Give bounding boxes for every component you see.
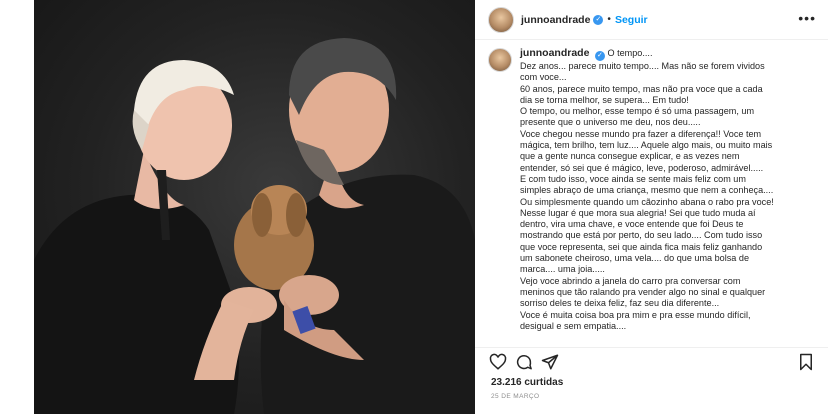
share-icon[interactable]: [541, 353, 559, 371]
caption-line: Vejo voce abrindo a janela do carro pra …: [520, 275, 741, 286]
caption: junnoandrade ✓ O tempo.... Dez anos... p…: [488, 48, 820, 346]
caption-line: Dez anos... parece muito tempo.... Mas n…: [520, 61, 765, 71]
caption-line: O tempo, ou melhor, esse tempo é só uma …: [520, 106, 755, 117]
likes-count[interactable]: 23.216 curtidas: [491, 377, 563, 388]
header-user: junnoandrade ✓ • Seguir: [521, 14, 648, 26]
caption-line: marca.... uma joia.....: [520, 264, 605, 275]
caption-line: Voce chegou nesse mundo pra fazer a dife…: [520, 128, 762, 139]
post-header: junnoandrade ✓ • Seguir •••: [475, 0, 828, 40]
caption-first-line: junnoandrade ✓ O tempo....: [520, 48, 820, 61]
caption-body: junnoandrade ✓ O tempo.... Dez anos... p…: [520, 48, 820, 346]
avatar[interactable]: [488, 6, 514, 33]
caption-line: mostrando que está por perto, do seu lad…: [520, 230, 763, 241]
caption-line: Nesse lugar é que mora sua alegria! Sei …: [520, 207, 756, 218]
verified-badge-icon: ✓: [593, 14, 604, 25]
post-detail-panel: junnoandrade ✓ • Seguir ••• junnoandrade…: [475, 0, 828, 414]
caption-line: com voce...: [520, 72, 567, 83]
action-bar: [475, 347, 828, 375]
caption-line: desigual e sem empatia....: [520, 320, 627, 331]
verified-badge-icon: ✓: [594, 51, 605, 61]
heart-icon[interactable]: [489, 353, 507, 371]
caption-line: que a gente nunca consegue explicar, e a…: [520, 151, 740, 162]
post-date[interactable]: 25 DE MARÇO: [491, 393, 539, 400]
post-photo[interactable]: [34, 0, 475, 414]
avatar[interactable]: [488, 48, 512, 72]
separator-dot: •: [607, 14, 611, 25]
caption-line: um sabonete cheiroso, uma vela.... do qu…: [520, 253, 749, 264]
caption-line: E com tudo isso, voce ainda se sente mai…: [520, 173, 746, 184]
more-options-icon[interactable]: •••: [798, 10, 816, 26]
caption-line: Voce é muita coisa boa pra mim e pra ess…: [520, 309, 751, 320]
caption-line: meninos que tão ralando pra vender algo …: [520, 286, 766, 297]
bookmark-icon[interactable]: [797, 353, 815, 371]
caption-line: que voce representa, sei que ainda fica …: [520, 241, 763, 252]
caption-first-text: O tempo....: [607, 48, 653, 58]
username-link[interactable]: junnoandrade: [521, 14, 590, 26]
caption-line: 60 anos, parece muito tempo, mas não pra…: [520, 83, 763, 94]
caption-line: mágica, tem brilho, tem luz.... Aquele a…: [520, 140, 773, 151]
caption-line: presente que o universo me deu, nos deu.…: [520, 117, 701, 128]
caption-line: Ou simplesmente quando um cãozinho abana…: [520, 196, 774, 207]
caption-line: entender, só sei que é mágico, leve, pod…: [520, 162, 764, 173]
caption-line: simples abraço de uma criança, mesmo que…: [520, 185, 774, 196]
caption-line: dentro, vira uma chave, e voce entende q…: [520, 219, 744, 230]
caption-line: dia se torna melhor, se supera... Em tud…: [520, 94, 689, 105]
caption-username-link[interactable]: junnoandrade: [520, 48, 589, 59]
caption-line: sorriso deles te deixa feliz, faz seu di…: [520, 298, 720, 309]
comment-icon[interactable]: [515, 353, 533, 371]
couple-kiss-photo: [34, 38, 475, 414]
follow-button[interactable]: Seguir: [615, 14, 648, 26]
